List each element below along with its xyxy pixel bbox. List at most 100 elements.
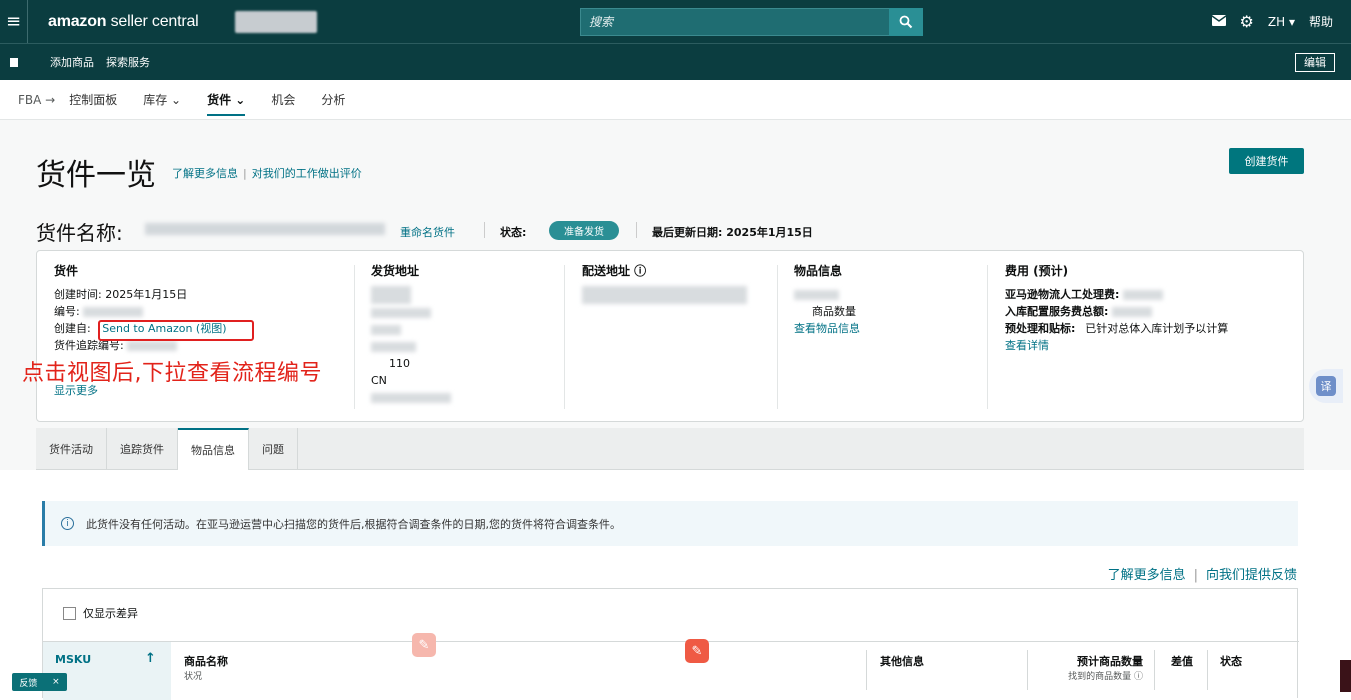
ship-to-column: 配送地址 ⓘ — [582, 263, 747, 304]
nav-shipments[interactable]: 货件 ⌄ — [207, 91, 246, 116]
column-divider — [1154, 650, 1155, 690]
only-diff-label: 仅显示差异 — [83, 607, 138, 620]
tab-track-shipment[interactable]: 追踪货件 — [107, 428, 178, 470]
nav-analytics[interactable]: 分析 — [321, 91, 345, 108]
ship-from-postal: 110 — [389, 357, 410, 370]
page-title: 货件一览 — [36, 158, 156, 193]
column-divider — [987, 265, 988, 409]
ship-from-country: CN — [371, 374, 387, 387]
link-separator: | — [1193, 568, 1198, 583]
status-label: 状态: — [500, 226, 527, 239]
items-column: 物品信息 商品数量 查看物品信息 — [794, 263, 860, 337]
shipment-name-redacted — [145, 223, 385, 235]
edit-pen-icon[interactable]: ✎ — [685, 639, 709, 663]
alert-text: 此货件没有任何活动。在亚马逊运营中心扫描您的货件后,根据符合调查条件的日期,您的… — [86, 517, 621, 531]
search-icon[interactable] — [889, 8, 923, 36]
address-redacted — [371, 286, 411, 304]
created-time: 创建时间: 2025年1月15日 — [54, 288, 188, 301]
view-details-link[interactable]: 查看详情 — [1005, 337, 1228, 354]
gear-icon[interactable]: ⚙ — [1240, 12, 1254, 31]
items-title: 物品信息 — [794, 264, 843, 278]
logo[interactable]: amazon seller central — [48, 13, 199, 31]
nav-opportunities[interactable]: 机会 — [271, 91, 295, 108]
sort-ascending-icon[interactable]: ↑ — [145, 651, 156, 666]
msku-column-header[interactable]: MSKU ↑ — [43, 642, 171, 700]
placement-fee-label: 入库配置服务费总额: — [1005, 305, 1109, 318]
mail-icon[interactable] — [1211, 14, 1226, 29]
ship-to-title: 配送地址 ⓘ — [582, 264, 647, 278]
edit-pen-icon[interactable]: ✎ — [412, 633, 436, 657]
view-items-link[interactable]: 查看物品信息 — [794, 320, 860, 337]
column-divider — [1027, 650, 1028, 690]
divider — [484, 222, 485, 238]
column-divider — [564, 265, 565, 409]
translate-widget[interactable]: 译 — [1309, 369, 1343, 403]
status-header[interactable]: 状态 — [1220, 653, 1242, 669]
expected-qty-header[interactable]: 预计商品数量 找到的商品数量 ⓘ — [1053, 653, 1143, 682]
feedback-widget[interactable]: 反馈 × — [12, 673, 67, 691]
nav-inventory[interactable]: 库存 ⌄ — [143, 91, 181, 108]
tab-item-info[interactable]: 物品信息 — [178, 428, 249, 470]
column-divider — [1207, 650, 1208, 690]
prep-fee-value: 已针对总体入库计划予以计算 — [1085, 322, 1229, 335]
language-selector[interactable]: ZH ▾ — [1268, 15, 1295, 29]
only-diff-checkbox[interactable] — [63, 606, 76, 620]
address-redacted — [582, 286, 747, 304]
bookmark-explore-services[interactable]: 探索服务 — [106, 54, 150, 70]
tab-issues[interactable]: 问题 — [249, 428, 298, 470]
fee-redacted — [1123, 290, 1164, 300]
learn-more-link[interactable]: 了解更多信息 — [1108, 568, 1186, 583]
ship-from-column: 发货地址 110 CN — [371, 263, 451, 406]
create-shipment-button[interactable]: 创建货件 — [1229, 148, 1304, 174]
fees-title: 费用 (预计) — [1005, 264, 1069, 278]
prep-fee-label: 预处理和贴标: — [1005, 322, 1076, 335]
annotation-text: 点击视图后,下拉查看流程编号 — [22, 361, 322, 386]
divider — [636, 222, 637, 238]
other-info-header[interactable]: 其他信息 — [880, 653, 924, 669]
rename-shipment-link[interactable]: 重命名货件 — [400, 224, 455, 240]
learn-more-link[interactable]: 了解更多信息 — [172, 167, 238, 180]
bookmark-bar: 添加商品 探索服务 编辑 — [0, 43, 1351, 80]
rate-our-work-link[interactable]: 对我们的工作做出评价 — [252, 167, 362, 180]
close-icon[interactable]: × — [52, 677, 60, 687]
bookmark-icon[interactable] — [0, 57, 28, 67]
info-alert: i 此货件没有任何活动。在亚马逊运营中心扫描您的货件后,根据符合调查条件的日期,… — [42, 501, 1298, 546]
translate-icon: 译 — [1316, 376, 1336, 396]
nav-dashboard[interactable]: 控制面板 — [69, 91, 117, 108]
labor-fee-label: 亚马逊物流人工处理费: — [1005, 288, 1120, 301]
shipment-column-title: 货件 — [54, 264, 79, 278]
column-divider — [354, 265, 355, 409]
tab-shipment-activity[interactable]: 货件活动 — [36, 428, 107, 470]
hamburger-menu-icon[interactable]: ≡ — [0, 0, 28, 43]
fba-nav: FBA → 控制面板 库存 ⌄ 货件 ⌄ 机会 分析 — [0, 80, 1351, 120]
sku-count-redacted — [794, 290, 839, 300]
info-icon: i — [61, 517, 74, 530]
highlight-box — [98, 320, 254, 341]
breadcrumb-fba[interactable]: FBA → — [18, 93, 55, 107]
help-link[interactable]: 帮助 — [1309, 13, 1333, 30]
address-redacted — [371, 342, 416, 352]
shipment-name-label: 货件名称: — [36, 221, 123, 245]
fee-redacted — [1112, 307, 1153, 317]
column-divider — [777, 265, 778, 409]
store-selector[interactable] — [234, 10, 317, 33]
product-name-header[interactable]: 商品名称 状况 — [184, 653, 228, 682]
msku-header-label: MSKU — [55, 653, 92, 666]
shipment-tabs: 货件活动 追踪货件 物品信息 问题 — [36, 428, 1304, 470]
shipment-number-label: 编号: — [54, 305, 80, 318]
address-redacted — [371, 325, 401, 335]
shipment-number-redacted — [83, 307, 144, 317]
address-redacted — [371, 393, 451, 403]
difference-header[interactable]: 差值 — [1171, 653, 1193, 669]
status-badge: 准备发货 — [549, 221, 619, 240]
shipment-summary-section: 货件一览 了解更多信息 | 对我们的工作做出评价 创建货件 货件名称: 重命名货件 … — [0, 120, 1351, 470]
column-divider — [866, 650, 867, 690]
search-input[interactable] — [580, 8, 889, 36]
give-feedback-link[interactable]: 向我们提供反馈 — [1206, 568, 1297, 583]
feedback-label: 反馈 — [19, 678, 38, 689]
edit-bookmarks-button[interactable]: 编辑 — [1295, 53, 1335, 72]
table-header: MSKU ↑ 商品名称 状况 其他信息 预计商品数量 找到的商品数量 ⓘ 差值 状态 — [43, 641, 1299, 700]
search-bar — [580, 8, 923, 36]
bookmark-add-product[interactable]: 添加商品 — [50, 54, 94, 70]
created-from-label: 创建自: — [54, 322, 91, 335]
